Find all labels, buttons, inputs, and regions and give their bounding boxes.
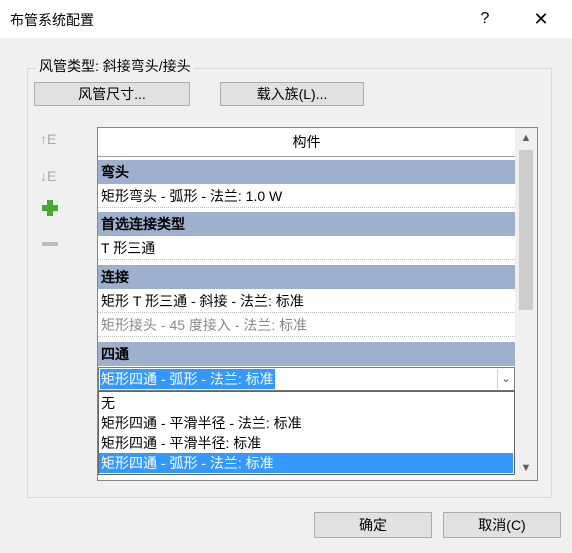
remove-minus-icon[interactable]: [42, 242, 58, 246]
combo-selected-value[interactable]: 矩形四通 - 弧形 - 法兰: 标准: [100, 369, 275, 389]
table-row[interactable]: T 形三通: [98, 236, 515, 260]
category-elbow: 弯头: [98, 160, 515, 184]
duct-size-button[interactable]: 风管尺寸...: [34, 82, 190, 106]
dropdown-option[interactable]: 矩形四通 - 平滑半径 - 法兰: 标准: [99, 413, 513, 433]
table-row[interactable]: 矩形弯头 - 弧形 - 法兰: 1.0 W: [98, 184, 515, 208]
scrollbar-thumb[interactable]: [519, 150, 533, 310]
cancel-button[interactable]: 取消(C): [443, 512, 561, 538]
dropdown-option[interactable]: 无: [99, 393, 513, 413]
window-title: 布管系统配置: [10, 12, 94, 28]
table-row[interactable]: 矩形 T 形三通 - 斜接 - 法兰: 标准: [98, 289, 515, 313]
chevron-down-icon[interactable]: ⌄: [497, 369, 514, 389]
close-button[interactable]: ✕: [526, 4, 556, 34]
category-preferred-junction: 首选连接类型: [98, 212, 515, 236]
dropdown-option[interactable]: 矩形四通 - 平滑半径: 标准: [99, 433, 513, 453]
dropdown-option-selected[interactable]: 矩形四通 - 弧形 - 法兰: 标准: [99, 453, 513, 473]
ok-button[interactable]: 确定: [314, 512, 432, 538]
add-plus-icon[interactable]: [40, 198, 60, 218]
table-row[interactable]: 矩形接头 - 45 度接入 - 法兰: 标准: [98, 313, 515, 337]
load-family-button[interactable]: 载入族(L)...: [220, 82, 364, 106]
table-header: 构件: [98, 128, 515, 157]
scroll-down-icon[interactable]: ▼: [515, 458, 537, 478]
scroll-up-icon[interactable]: ▲: [515, 128, 537, 148]
category-junction: 连接: [98, 265, 515, 289]
move-down-icon[interactable]: ↓E: [40, 168, 64, 188]
move-up-icon[interactable]: ↑E: [40, 131, 64, 151]
duct-type-label: 风管类型: 斜接弯头/接头: [36, 56, 194, 76]
category-cross: 四通: [98, 342, 515, 366]
help-button[interactable]: ?: [470, 4, 500, 34]
